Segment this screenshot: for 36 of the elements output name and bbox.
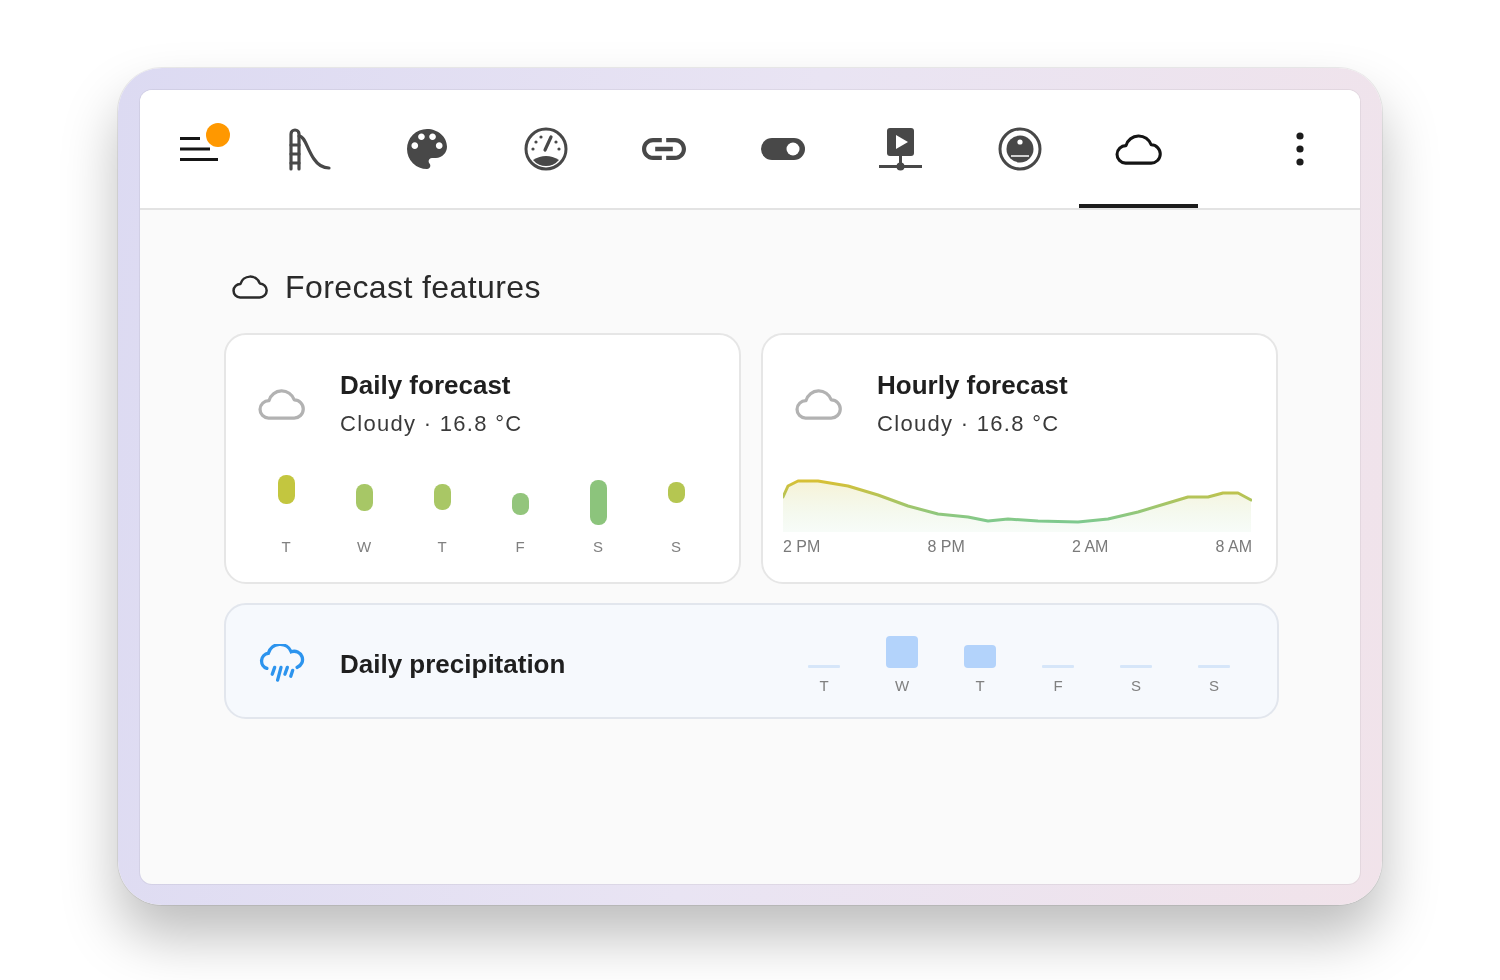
time-label: 2 PM <box>783 537 821 557</box>
card-title: Daily forecast <box>340 369 512 401</box>
card-title: Daily precipitation <box>340 648 566 680</box>
day-label: W <box>355 537 373 557</box>
cloud-icon <box>795 388 842 420</box>
more-icon <box>1296 132 1304 166</box>
slide-icon <box>286 127 331 171</box>
section-title: Forecast features <box>285 268 541 306</box>
palette-icon <box>407 129 448 169</box>
gauge-icon <box>523 127 568 171</box>
cloud-icon <box>258 388 305 420</box>
cloud-icon <box>232 275 268 299</box>
day-label: T <box>436 537 448 557</box>
presentation-play-icon <box>879 127 924 171</box>
robot-vacuum-icon <box>997 127 1042 171</box>
condition-text: Cloudy · 16.8 °C <box>877 410 1061 438</box>
rain-cloud-icon <box>258 644 305 684</box>
day-label: S <box>592 537 604 557</box>
card-title: Hourly forecast <box>877 369 1068 401</box>
day-label: S <box>1130 676 1142 696</box>
cloud-icon <box>1114 133 1162 165</box>
time-label: 8 PM <box>927 537 965 557</box>
day-label: T <box>974 676 986 696</box>
day-label: F <box>1052 676 1064 696</box>
day-label: S <box>670 537 682 557</box>
toggle-switch-icon <box>760 138 805 160</box>
time-label: 2 AM <box>1071 537 1109 557</box>
day-label: T <box>280 537 292 557</box>
menu-icon <box>180 136 218 162</box>
day-label: F <box>514 537 526 557</box>
link-icon <box>642 138 687 160</box>
time-label: 8 AM <box>1215 537 1252 557</box>
day-label: W <box>893 676 911 696</box>
day-label: T <box>818 676 830 696</box>
day-label: S <box>1208 676 1220 696</box>
condition-text: Cloudy · 16.8 °C <box>340 410 523 438</box>
